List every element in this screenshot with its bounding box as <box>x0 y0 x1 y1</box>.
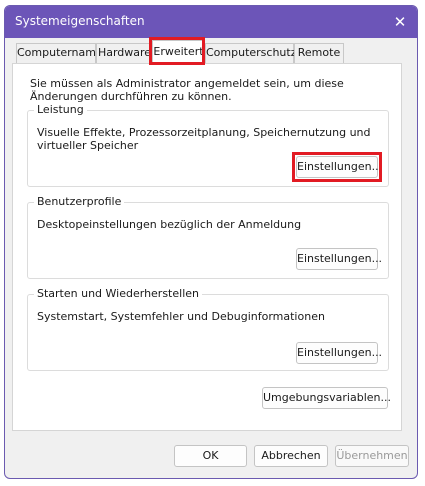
tab-computername[interactable]: Computername <box>16 43 103 63</box>
window-title: Systemeigenschaften <box>15 14 145 28</box>
leistung-settings-button[interactable]: Einstellungen... <box>296 156 382 178</box>
tab-erweitert[interactable]: Erweitert <box>152 40 205 64</box>
titlebar: Systemeigenschaften ✕ <box>5 6 417 38</box>
ok-button[interactable]: OK <box>174 445 247 467</box>
starten-settings-button[interactable]: Einstellungen... <box>296 342 382 364</box>
group-benutzerprofile-title: Benutzerprofile <box>34 195 125 208</box>
tab-hardware[interactable]: Hardware <box>96 43 153 63</box>
tab-remote[interactable]: Remote <box>294 43 344 63</box>
admin-notice: Sie müssen als Administrator angemeldet … <box>30 77 344 103</box>
group-starten-description: Systemstart, Systemfehler und Debuginfor… <box>37 310 325 323</box>
group-starten-title: Starten und Wiederherstellen <box>34 287 202 300</box>
group-leistung-description: Visuelle Effekte, Prozessorzeitplanung, … <box>37 126 371 152</box>
environment-variables-button[interactable]: Umgebungsvariablen... <box>262 387 391 409</box>
group-benutzerprofile-description: Desktopeinstellungen bezüglich der Anmel… <box>37 218 302 231</box>
group-leistung-title: Leistung <box>34 103 87 116</box>
tab-computerschutz[interactable]: Computerschutz <box>205 43 297 63</box>
apply-button[interactable]: Übernehmen <box>335 445 409 467</box>
close-icon[interactable]: ✕ <box>389 11 411 33</box>
benutzerprofile-settings-button[interactable]: Einstellungen... <box>296 248 382 270</box>
cancel-button[interactable]: Abbrechen <box>254 445 328 467</box>
